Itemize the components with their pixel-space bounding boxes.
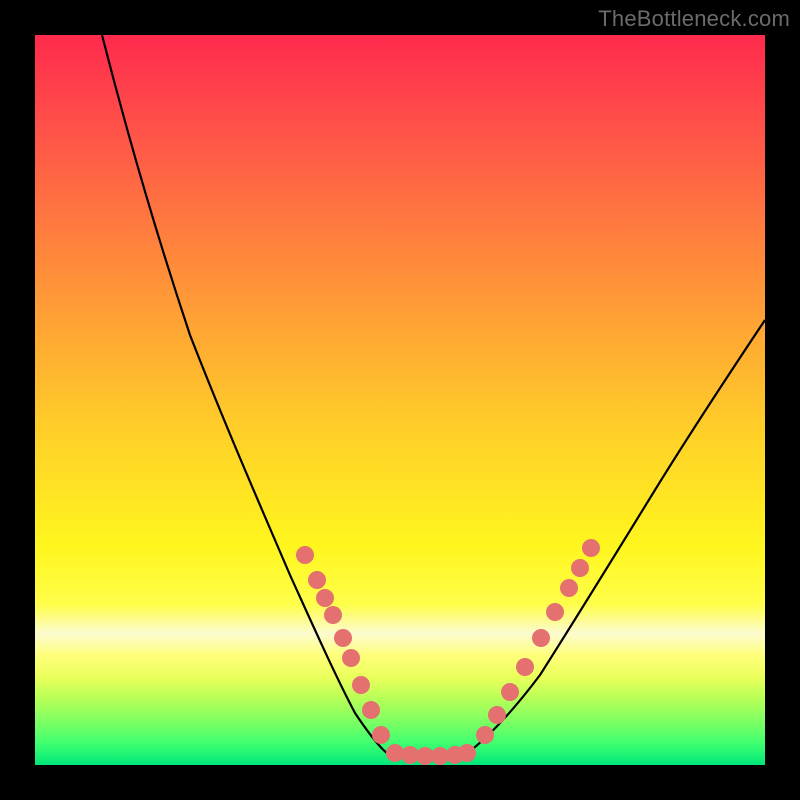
marker-dot xyxy=(342,649,360,667)
marker-dot xyxy=(476,726,494,744)
watermark-text: TheBottleneck.com xyxy=(598,6,790,32)
marker-dot xyxy=(362,701,380,719)
marker-dot xyxy=(560,579,578,597)
marker-dot xyxy=(316,589,334,607)
outer-frame: TheBottleneck.com xyxy=(0,0,800,800)
marker-dot xyxy=(458,744,476,762)
marker-dot xyxy=(308,571,326,589)
marker-dot xyxy=(372,726,390,744)
plot-area xyxy=(35,35,765,765)
marker-dot xyxy=(501,683,519,701)
marker-dot xyxy=(324,606,342,624)
chart-svg xyxy=(35,35,765,765)
marker-dot xyxy=(532,629,550,647)
marker-dot xyxy=(582,539,600,557)
marker-dot xyxy=(334,629,352,647)
marker-dot xyxy=(296,546,314,564)
marker-dot xyxy=(488,706,506,724)
marker-dot xyxy=(352,676,370,694)
marker-dot xyxy=(571,559,589,577)
curve-left xyxy=(102,35,390,755)
marker-dot xyxy=(516,658,534,676)
marker-dot xyxy=(546,603,564,621)
